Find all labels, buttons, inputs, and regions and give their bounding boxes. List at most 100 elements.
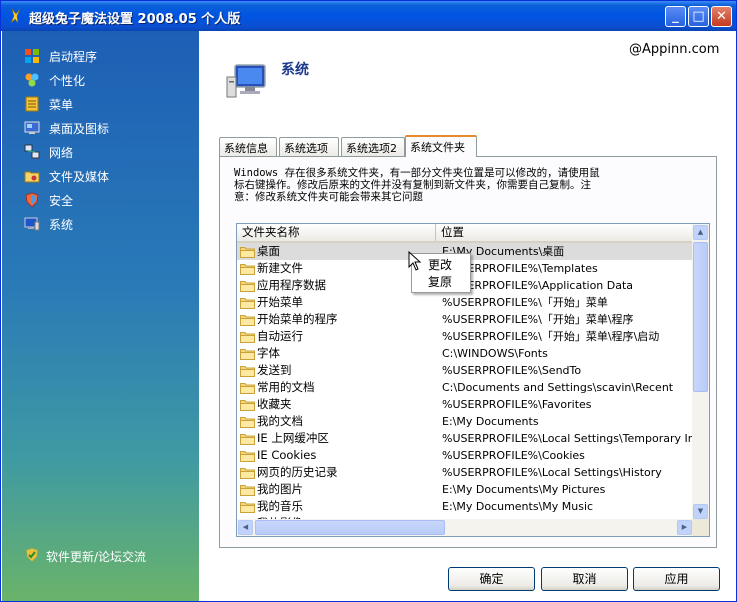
page-title: 系统 bbox=[281, 62, 309, 78]
tab-system-folders[interactable]: 系统文件夹 bbox=[405, 135, 477, 157]
folder-name-cell: 发送到 bbox=[240, 362, 434, 379]
table-row[interactable]: IE Cookies %USERPROFILE%\Cookies bbox=[237, 447, 693, 464]
rabbit-app-icon bbox=[10, 8, 21, 24]
sidebar-item-security[interactable]: 安全 bbox=[22, 190, 192, 210]
sidebar-item-label: 个性化 bbox=[49, 74, 86, 88]
sidebar-item-label: 网络 bbox=[49, 146, 74, 160]
folder-location: %USERPROFILE%\Local Settings\History bbox=[442, 466, 662, 479]
folder-location: %USERPROFILE%\「开始」菜单\程序 bbox=[442, 313, 634, 326]
folder-icon bbox=[240, 315, 255, 326]
startup-icon bbox=[25, 49, 39, 63]
context-menu-restore[interactable]: 复原 bbox=[428, 273, 452, 290]
sidebar-item-system[interactable]: 系统 bbox=[22, 214, 192, 234]
table-row[interactable]: 我的音乐 E:\My Documents\My Music bbox=[237, 498, 693, 515]
table-row[interactable]: 常用的文档 C:\Documents and Settings\scavin\Re… bbox=[237, 379, 693, 396]
table-row[interactable]: 开始菜单的程序 %USERPROFILE%\「开始」菜单\程序 bbox=[237, 311, 693, 328]
folder-name: 应用程序数据 bbox=[257, 278, 326, 292]
folder-name-cell: 常用的文档 bbox=[240, 379, 434, 396]
folder-name: 常用的文档 bbox=[257, 380, 315, 394]
scroll-down-arrow[interactable]: ▼ bbox=[693, 504, 708, 519]
folder-name-cell: 收藏夹 bbox=[240, 396, 434, 413]
sidebar-item-label: 系统 bbox=[49, 218, 74, 232]
sidebar-item-label: 菜单 bbox=[49, 98, 74, 112]
folder-name: 字体 bbox=[257, 346, 280, 360]
sidebar-item-desktop[interactable]: 桌面及图标 bbox=[22, 118, 192, 138]
folder-name-cell: 开始菜单的程序 bbox=[240, 311, 434, 328]
folder-location: %USERPROFILE%\「开始」菜单\程序\启动 bbox=[442, 330, 660, 343]
folder-icon bbox=[240, 468, 255, 479]
table-row[interactable]: 收藏夹 %USERPROFILE%\Favorites bbox=[237, 396, 693, 413]
scroll-left-arrow[interactable]: ◀ bbox=[238, 520, 253, 535]
description-text: Windows 存在很多系统文件夹，有一部分文件夹位置是可以修改的，请使用鼠 标… bbox=[234, 167, 600, 203]
maximize-button[interactable]: □ bbox=[688, 6, 709, 27]
folder-name-cell: 桌面 bbox=[240, 243, 434, 260]
folder-location: E:\My Documents bbox=[442, 415, 539, 428]
column-header-location[interactable]: 位置 bbox=[436, 224, 693, 241]
sidebar-item-label: 安全 bbox=[49, 194, 74, 208]
folder-icon bbox=[240, 332, 255, 343]
folder-icon bbox=[240, 485, 255, 496]
folder-name: IE Cookies bbox=[257, 448, 317, 462]
folder-location: %USERPROFILE%\Templates bbox=[442, 262, 598, 275]
table-row[interactable]: IE 上网缓冲区 %USERPROFILE%\Local Settings\Tem… bbox=[237, 430, 693, 447]
cancel-button[interactable]: 取消 bbox=[541, 567, 628, 591]
folder-name: 桌面 bbox=[257, 244, 280, 258]
scroll-right-arrow[interactable]: ▶ bbox=[677, 520, 692, 535]
app-window: 超级兔子魔法设置 2008.05 个人版 _ □ ✕ 启动程序 个性化 菜单 桌… bbox=[0, 0, 737, 602]
table-row[interactable]: 字体 C:\WINDOWS\Fonts bbox=[237, 345, 693, 362]
folder-name: 发送到 bbox=[257, 363, 292, 377]
folder-icon bbox=[240, 366, 255, 377]
folder-name-cell: 开始菜单 bbox=[240, 294, 434, 311]
close-button[interactable]: ✕ bbox=[711, 6, 732, 27]
sidebar-item-label: 文件及媒体 bbox=[49, 170, 110, 184]
window-title: 超级兔子魔法设置 2008.05 个人版 bbox=[29, 12, 241, 27]
folder-list[interactable]: 文件夹名称 位置 桌面 E:\My Documents\桌面 新建文件 %USERPR… bbox=[236, 223, 710, 537]
folder-name: 我的文档 bbox=[257, 414, 303, 428]
sidebar-item-file-media[interactable]: 文件及媒体 bbox=[22, 166, 192, 186]
table-row[interactable]: 开始菜单 %USERPROFILE%\「开始」菜单 bbox=[237, 294, 693, 311]
horizontal-scrollbar[interactable]: ◀ ▶ bbox=[237, 519, 693, 536]
sidebar-item-menu[interactable]: 菜单 bbox=[22, 94, 192, 114]
title-bar[interactable]: 超级兔子魔法设置 2008.05 个人版 _ □ ✕ bbox=[1, 1, 736, 31]
sidebar-item-label: 桌面及图标 bbox=[49, 122, 110, 136]
system-icon bbox=[24, 217, 40, 231]
table-row[interactable]: 自动运行 %USERPROFILE%\「开始」菜单\程序\启动 bbox=[237, 328, 693, 345]
folder-icon bbox=[240, 417, 255, 428]
table-row[interactable]: 我的文档 E:\My Documents bbox=[237, 413, 693, 430]
folder-name-cell: 新建文件 bbox=[240, 260, 434, 277]
folder-location: E:\My Documents\My Pictures bbox=[442, 483, 606, 496]
folder-name-cell: 字体 bbox=[240, 345, 434, 362]
folder-location: %USERPROFILE%\Favorites bbox=[442, 398, 592, 411]
tab-system-options[interactable]: 系统选项 bbox=[279, 137, 339, 156]
folder-name: 收藏夹 bbox=[257, 397, 292, 411]
folder-name: 新建文件 bbox=[257, 261, 303, 275]
folder-location: %USERPROFILE%\Application Data bbox=[442, 279, 634, 292]
desktop-icon bbox=[24, 121, 40, 134]
column-header-name[interactable]: 文件夹名称 bbox=[237, 224, 436, 241]
minimize-button[interactable]: _ bbox=[665, 6, 686, 27]
apply-button[interactable]: 应用 bbox=[633, 567, 720, 591]
scrollbar-corner bbox=[692, 519, 709, 536]
tab-system-info[interactable]: 系统信息 bbox=[219, 137, 277, 156]
main-content: @Appinn.com 系统 系统信息 系统选项 系统选项2 系统文件夹 Win… bbox=[199, 31, 736, 601]
menu-icon bbox=[25, 96, 39, 112]
vertical-scroll-thumb[interactable] bbox=[693, 242, 708, 392]
folder-name: IE 上网缓冲区 bbox=[257, 431, 329, 445]
tab-system-options-2[interactable]: 系统选项2 bbox=[341, 137, 405, 156]
vertical-scrollbar[interactable]: ▲ ▼ bbox=[692, 224, 709, 520]
folder-icon bbox=[240, 451, 255, 462]
table-row[interactable]: 网页的历史记录 %USERPROFILE%\Local Settings\Hist… bbox=[237, 464, 693, 481]
table-row[interactable]: 我的图片 E:\My Documents\My Pictures bbox=[237, 481, 693, 498]
folder-location: C:\WINDOWS\Fonts bbox=[442, 347, 548, 360]
folder-location: %USERPROFILE%\Cookies bbox=[442, 449, 585, 462]
site-credit: @Appinn.com bbox=[629, 42, 720, 57]
context-menu-change[interactable]: 更改 bbox=[428, 256, 452, 273]
sidebar-item-personalize[interactable]: 个性化 bbox=[22, 70, 192, 90]
horizontal-scroll-thumb[interactable] bbox=[255, 520, 445, 535]
folder-icon bbox=[240, 502, 255, 513]
sidebar-item-startup[interactable]: 启动程序 bbox=[22, 46, 192, 66]
scroll-up-arrow[interactable]: ▲ bbox=[693, 225, 708, 240]
table-row[interactable]: 发送到 %USERPROFILE%\SendTo bbox=[237, 362, 693, 379]
ok-button[interactable]: 确定 bbox=[448, 567, 535, 591]
sidebar-item-network[interactable]: 网络 bbox=[22, 142, 192, 162]
